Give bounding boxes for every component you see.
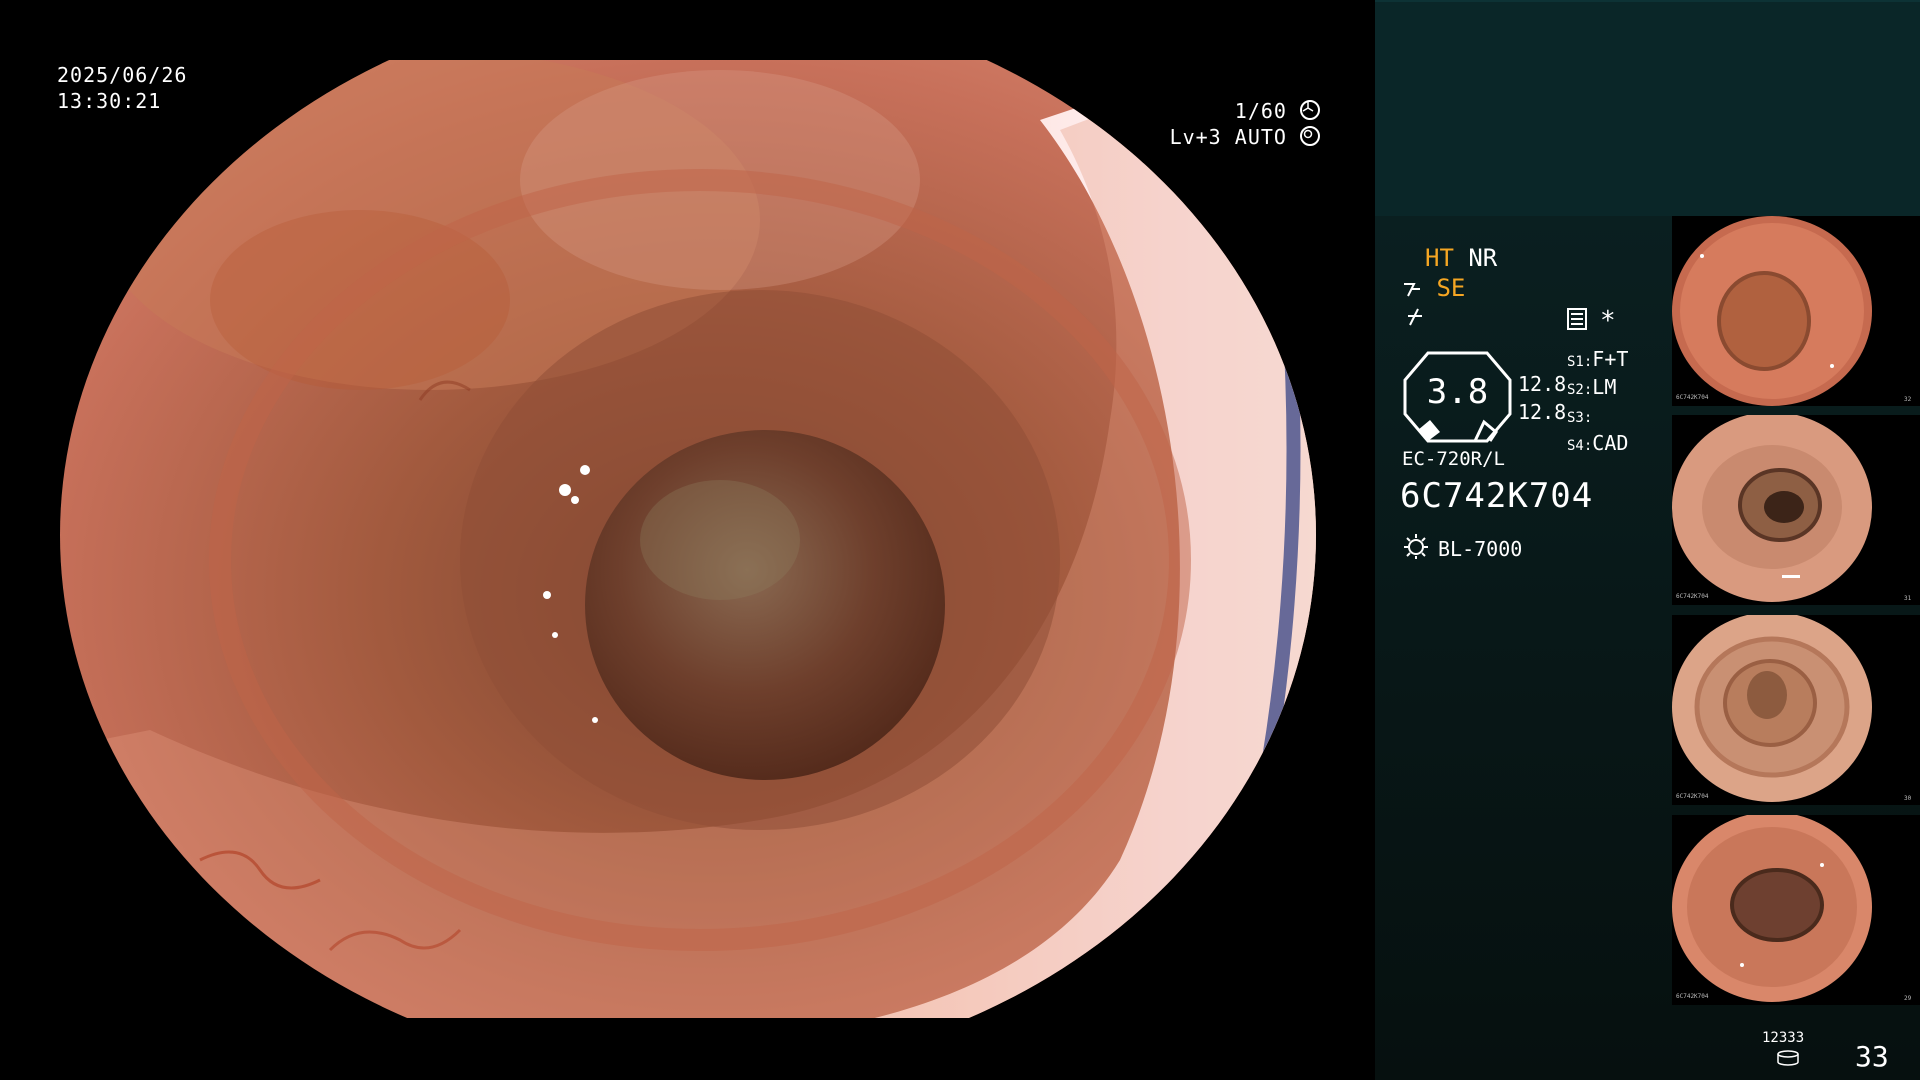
- thumbnail-serial: 6C742K704: [1676, 793, 1709, 800]
- shutter-text: 1/60: [1234, 99, 1287, 123]
- thumbnail-2[interactable]: 31 6C742K704: [1672, 415, 1920, 605]
- thumbnail-number: 29: [1904, 995, 1912, 1002]
- light-source: BL-7000: [1402, 532, 1522, 565]
- iris-icon: [1300, 126, 1320, 146]
- thumbnail-serial: 6C742K704: [1676, 593, 1709, 600]
- color-tone-icon: [1404, 306, 1426, 332]
- zoom-value: 3.8: [1426, 372, 1489, 412]
- switch-assignments: S1:F+T S2:LM S3: S4:CAD: [1567, 347, 1628, 459]
- thumbnail-image: [1672, 415, 1920, 605]
- light-source-text: BL-7000: [1438, 536, 1523, 561]
- thumbnail-image: [1672, 815, 1920, 1005]
- iris-mode-text: AUTO: [1234, 125, 1287, 149]
- scope-values: 12.8 12.8: [1518, 370, 1566, 426]
- storage-disk-icon: [1776, 1050, 1800, 1070]
- thumbnail-image: [1672, 615, 1920, 805]
- image-count: 33: [1855, 1040, 1889, 1073]
- date-text: 2025/06/26: [57, 63, 188, 87]
- thumbnail-number: 31: [1904, 595, 1912, 602]
- storage-count: 12333: [1762, 1030, 1805, 1046]
- nr-label: NR: [1468, 244, 1498, 272]
- scope-serial: 6C742K704: [1400, 476, 1594, 516]
- time-text: 13:30:21: [57, 89, 162, 113]
- s1-value: F+T: [1592, 347, 1629, 371]
- se-label: SE: [1436, 274, 1466, 302]
- s3-label: S3:: [1567, 410, 1593, 426]
- thumbnail-4[interactable]: 29 6C742K704: [1672, 815, 1920, 1005]
- thumbnail-serial: 6C742K704: [1676, 394, 1709, 401]
- s2-value: LM: [1592, 375, 1617, 399]
- thumbnail-image: [1672, 216, 1920, 406]
- endoscope-image: [60, 60, 1316, 1018]
- value-1: 12.8: [1518, 372, 1567, 396]
- level-text: Lv+3: [1169, 125, 1222, 149]
- endoscope-view: 2025/06/26 13:30:21 1/60 Lv+3 AUTO: [0, 0, 1375, 1080]
- se-indicator: SE: [1402, 273, 1465, 303]
- ht-label: HT: [1425, 244, 1454, 272]
- thumbnail-number: 30: [1904, 795, 1912, 802]
- mode-indicators: HT NR: [1425, 243, 1497, 273]
- value-2: 12.8: [1518, 400, 1567, 424]
- s4-value: CAD: [1592, 431, 1629, 455]
- structure-enhance-icon: [1402, 274, 1436, 302]
- shutter-icon: [1300, 100, 1320, 120]
- light-source-icon: [1402, 532, 1430, 565]
- datetime-readout: 2025/06/26 13:30:21: [57, 62, 187, 114]
- exposure-readout: 1/60 Lv+3 AUTO: [1170, 98, 1320, 150]
- menu-list-icon: [1567, 308, 1587, 334]
- s4-label: S4:: [1567, 438, 1593, 454]
- thumbnail-serial: 6C742K704: [1676, 993, 1709, 1000]
- s2-label: S2:: [1567, 382, 1593, 398]
- s1-label: S1:: [1567, 354, 1593, 370]
- asterisk-mark: *: [1600, 306, 1616, 336]
- status-bar-top: [1375, 0, 1920, 218]
- scope-model: EC-720R/L: [1402, 448, 1505, 470]
- thumbnail-1[interactable]: 32 6C742K704: [1672, 216, 1920, 406]
- zoom-indicator: 3.8: [1400, 350, 1515, 448]
- thumbnail-number: 32: [1904, 396, 1912, 403]
- thumbnail-3[interactable]: 30 6C742K704: [1672, 615, 1920, 805]
